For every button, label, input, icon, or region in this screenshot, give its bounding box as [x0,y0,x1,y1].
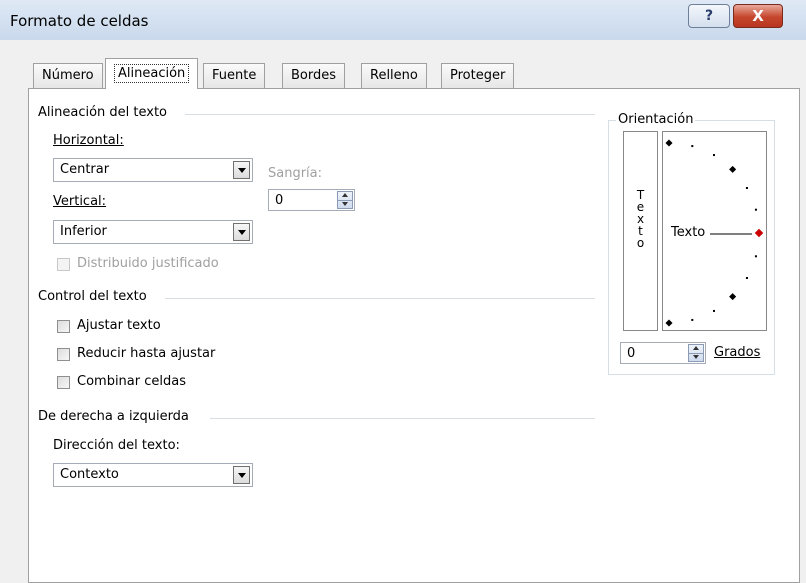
indent-value: 0 [275,193,284,208]
vertical-value: Inferior [60,224,107,239]
horizontal-select[interactable]: Centrar [53,158,253,182]
degrees-label-text: Grados [714,345,761,360]
degrees-label: Grados [714,345,760,360]
text-direction-select[interactable]: Contexto [53,463,253,487]
group-title-rtl: De derecha a izquierda [38,409,189,424]
horizontal-label-text: Horizontal: [53,133,124,148]
orientation-handle[interactable] [754,228,764,238]
orientation-tick[interactable] [745,187,748,189]
wrap-text-label: Ajustar texto [77,318,161,333]
orientation-tick[interactable] [713,154,715,157]
orientation-tick[interactable] [754,255,757,258]
chevron-down-icon[interactable] [233,466,250,484]
shrink-to-fit-label: Reducir hasta ajustar [77,346,216,361]
spin-buttons-icon[interactable] [337,191,353,209]
wrap-text-checkbox[interactable] [57,320,70,333]
distributed-label: Distribuido justificado [77,256,219,271]
panel-content: Alineación del texto Horizontal: Centrar… [0,0,806,583]
merge-cells-checkbox[interactable] [57,376,70,389]
spin-buttons-icon[interactable] [688,344,704,362]
vertical-label: Vertical: [53,194,106,209]
merge-cells-label: Combinar celdas [77,374,186,389]
group-title-orientation: Orientación [616,112,696,127]
vertical-text-letter: o [636,236,645,250]
distributed-checkbox[interactable] [57,258,70,271]
orientation-tick[interactable] [754,208,757,211]
indent-spinner[interactable]: 0 [268,189,355,211]
orientation-dial[interactable]: Texto [662,131,767,331]
orientation-tick[interactable] [691,145,694,148]
degrees-value: 0 [627,346,636,361]
indent-label: Sangría: [268,166,323,181]
vertical-select[interactable]: Inferior [53,220,253,244]
vertical-text-button[interactable]: Texto [623,131,658,331]
orientation-tick[interactable] [691,318,694,321]
degrees-spinner[interactable]: 0 [620,342,706,364]
orientation-tick[interactable] [745,277,748,279]
orientation-tick[interactable] [729,165,737,173]
orientation-tick[interactable] [729,293,737,301]
horizontal-label: Horizontal: [53,133,124,148]
chevron-down-icon[interactable] [233,161,250,179]
text-direction-label: Dirección del texto: [53,438,180,453]
vertical-text-letters: Texto [624,189,657,249]
orientation-dial-text: Texto [671,225,706,240]
shrink-to-fit-checkbox[interactable] [57,348,70,361]
orientation-tick[interactable] [713,309,715,312]
divider [185,114,595,115]
chevron-down-icon[interactable] [233,223,250,241]
divider [165,298,595,299]
horizontal-value: Centrar [60,162,110,177]
group-title-text-alignment: Alineación del texto [38,105,168,120]
orientation-tick[interactable] [665,139,673,147]
text-direction-value: Contexto [60,467,119,482]
vertical-label-text: Vertical: [53,194,107,209]
orientation-tick[interactable] [665,319,673,327]
divider [210,418,595,419]
group-title-text-control: Control del texto [38,289,147,304]
